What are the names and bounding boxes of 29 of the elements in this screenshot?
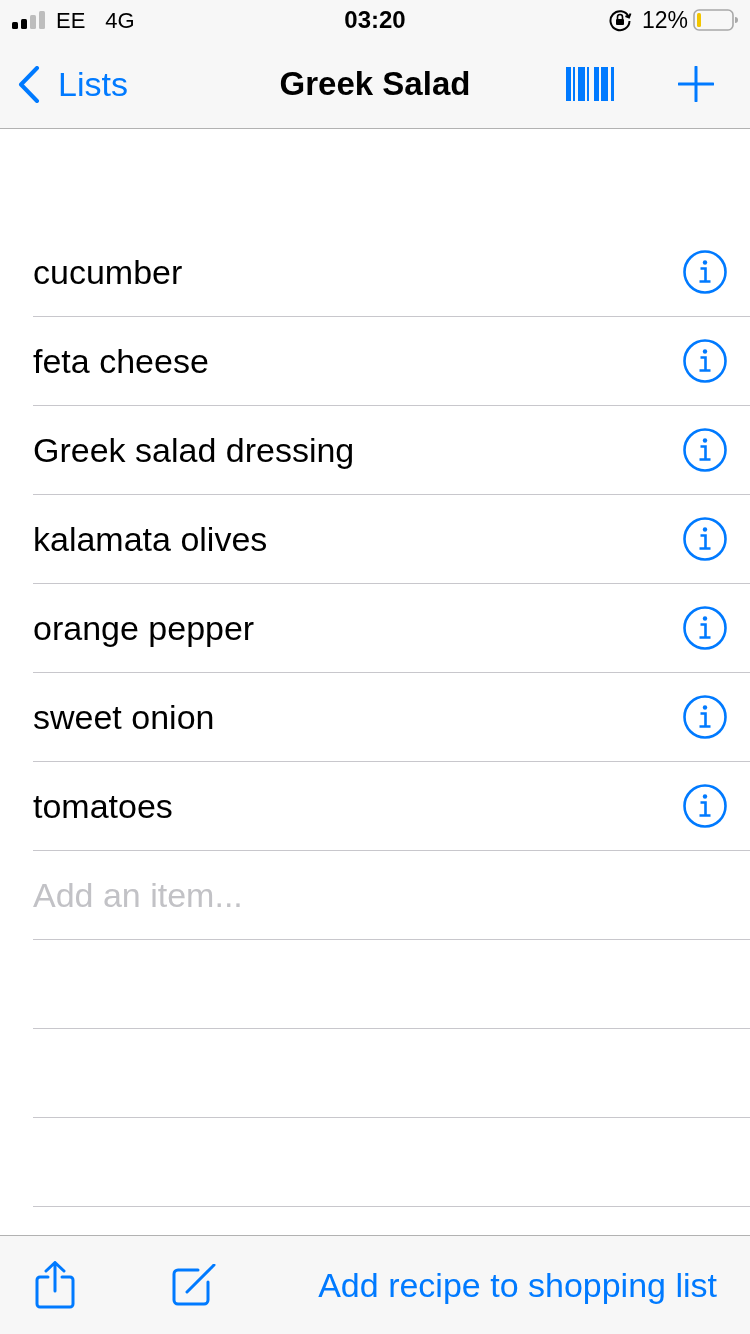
- battery-percentage: 12%: [641, 5, 688, 35]
- item-label[interactable]: orange pepper: [33, 602, 255, 654]
- info-icon[interactable]: [683, 784, 727, 828]
- barcode-icon[interactable]: [566, 67, 615, 101]
- clock-time: 03:20: [344, 5, 406, 35]
- battery-icon: [693, 9, 738, 31]
- add-item-field[interactable]: Add an item...: [33, 865, 750, 925]
- item-label[interactable]: kalamata olives: [33, 513, 268, 565]
- carrier-name: EE: [56, 6, 86, 35]
- info-icon[interactable]: [683, 339, 727, 383]
- item-label[interactable]: cucumber: [33, 246, 183, 298]
- info-icon[interactable]: [683, 695, 727, 739]
- signal-icon: [12, 11, 47, 29]
- share-icon[interactable]: [35, 1261, 75, 1309]
- orientation-lock-icon: [607, 8, 632, 32]
- item-label[interactable]: tomatoes: [33, 780, 173, 832]
- add-icon[interactable]: [678, 66, 714, 102]
- compose-icon[interactable]: [172, 1264, 216, 1306]
- info-icon[interactable]: [683, 606, 727, 650]
- item-label[interactable]: Greek salad dressing: [33, 424, 355, 476]
- item-label[interactable]: feta cheese: [33, 335, 209, 387]
- info-icon[interactable]: [683, 428, 727, 472]
- list-title: Greek Salad: [279, 64, 471, 105]
- info-icon[interactable]: [683, 250, 727, 294]
- network-type: 4G: [105, 6, 135, 35]
- info-icon[interactable]: [683, 517, 727, 561]
- chevron-left-icon: [17, 65, 41, 103]
- item-label[interactable]: sweet onion: [33, 691, 215, 743]
- back-button[interactable]: Lists: [17, 58, 128, 110]
